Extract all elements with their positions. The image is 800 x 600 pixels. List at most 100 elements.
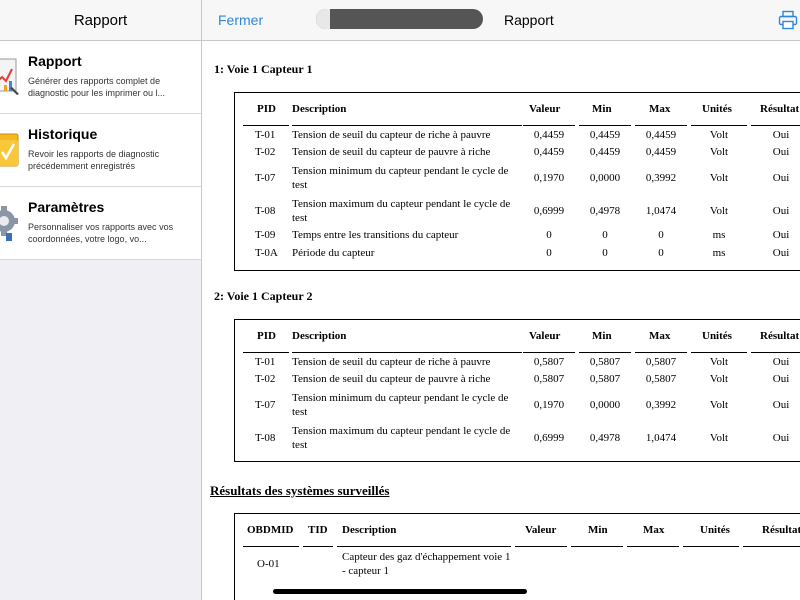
- results-table: PID Description Valeur Min Max Unités Ré…: [234, 319, 800, 462]
- cell-pid: T-09: [255, 229, 276, 241]
- report-document: 1: Voie 1 Capteur 1 PID Description Vale…: [202, 41, 800, 600]
- results-table: PID Description Valeur Min Max Unités Ré…: [234, 92, 800, 271]
- navigation-bar: Fermer Rapport: [202, 0, 800, 41]
- cell-min: 0: [602, 229, 608, 241]
- close-button[interactable]: Fermer: [218, 12, 263, 28]
- header-unites: Unités: [700, 524, 730, 536]
- cell-description: Tension minimum du capteur pendant le cy…: [292, 165, 509, 191]
- header-valeur: Valeur: [529, 103, 561, 115]
- header-rule: [579, 125, 631, 126]
- table-row: T-08 Tension maximum du capteur pendant …: [235, 195, 800, 227]
- sidebar: Rapport Rapport Générer des rapports com…: [0, 0, 202, 600]
- table-header: PID Description Valeur Min Max Unités Ré…: [235, 93, 800, 127]
- header-obdmid: OBDMID: [247, 524, 294, 536]
- header-unites: Unités: [702, 103, 732, 115]
- cell-pid: T-0A: [255, 247, 278, 259]
- cell-resultat: Oui: [772, 146, 790, 158]
- cell-unites: Volt: [709, 129, 729, 141]
- cell-pid: T-07: [255, 399, 276, 411]
- cell-obdmid: O-01: [257, 558, 280, 570]
- sidebar-item-label: Paramètres: [28, 199, 105, 215]
- cell-max: 0,5807: [645, 356, 677, 368]
- sidebar-item-historique[interactable]: Historique Revoir les rapports de diagno…: [0, 114, 201, 187]
- header-rule: [627, 546, 679, 547]
- cell-description: Temps entre les transitions du capteur: [292, 229, 459, 241]
- cell-valeur: 0,4459: [533, 146, 565, 158]
- header-description: Description: [342, 524, 397, 536]
- header-max: Max: [649, 103, 671, 115]
- sidebar-item-desc: Revoir les rapports de diagnostic précéd…: [28, 149, 160, 171]
- table-row: T-02 Tension de seuil du capteur de pauv…: [235, 372, 800, 390]
- cell-max: 0: [658, 229, 664, 241]
- cell-max: 0,4459: [645, 146, 677, 158]
- print-icon[interactable]: [778, 10, 798, 30]
- header-tid: TID: [308, 524, 328, 536]
- cell-pid: T-02: [255, 373, 276, 385]
- cell-valeur: 0,6999: [533, 432, 565, 444]
- cell-max: 0,3992: [645, 399, 677, 411]
- header-rule: [635, 352, 687, 353]
- header-rule: [243, 352, 289, 353]
- sidebar-item-rapport[interactable]: Rapport Générer des rapports complet de …: [0, 41, 201, 114]
- table-row: T-0A Période du capteur 0 0 0 ms Oui: [235, 245, 800, 263]
- cell-min: 0,5807: [589, 373, 621, 385]
- header-rule: [691, 352, 747, 353]
- header-description: Description: [292, 330, 347, 342]
- header-unites: Unités: [702, 330, 732, 342]
- table-row: T-01 Tension de seuil du capteur de rich…: [235, 354, 800, 372]
- table-header: PID Description Valeur Min Max Unités Ré…: [235, 320, 800, 354]
- address-pill-handle: [316, 9, 330, 29]
- header-max: Max: [643, 524, 665, 536]
- table-row: T-08 Tension maximum du capteur pendant …: [235, 422, 800, 454]
- cell-min: 0: [602, 247, 608, 259]
- table-header: OBDMID TID Description Valeur Min Max Un…: [235, 514, 800, 548]
- table-row: T-07 Tension minimum du capteur pendant …: [235, 163, 800, 195]
- sidebar-item-parametres[interactable]: Paramètres Personnaliser vos rapports av…: [0, 187, 201, 260]
- header-min: Min: [592, 330, 612, 342]
- header-resultat: Résultat: [760, 330, 800, 342]
- cell-unites: Volt: [709, 356, 729, 368]
- header-rule: [571, 546, 623, 547]
- header-rule: [292, 125, 522, 126]
- cell-min: 0,4978: [589, 432, 621, 444]
- cell-description: Tension maximum du capteur pendant le cy…: [292, 425, 511, 451]
- header-rule: [243, 125, 289, 126]
- cell-min: 0,0000: [589, 399, 621, 411]
- header-resultat: Résultat: [760, 103, 800, 115]
- home-indicator[interactable]: [273, 589, 527, 594]
- cell-valeur: 0,5807: [533, 373, 565, 385]
- cell-description: Capteur des gaz d'échappement voie 1 - c…: [342, 551, 511, 577]
- table-row: T-01 Tension de seuil du capteur de rich…: [235, 127, 800, 145]
- header-rule: [523, 125, 575, 126]
- cell-max: 0,3992: [645, 172, 677, 184]
- cell-resultat: Oui: [772, 129, 790, 141]
- header-description: Description: [292, 103, 347, 115]
- header-pid: PID: [257, 330, 276, 342]
- cell-max: 1,0474: [645, 432, 677, 444]
- cell-pid: T-08: [255, 205, 276, 217]
- cell-resultat: Oui: [772, 205, 790, 217]
- cell-pid: T-01: [255, 356, 276, 368]
- header-min: Min: [592, 103, 612, 115]
- header-max: Max: [649, 330, 671, 342]
- folder-history-icon: [0, 133, 19, 167]
- header-rule: [635, 125, 687, 126]
- section-title: 1: Voie 1 Capteur 1: [214, 62, 313, 76]
- monitored-table: OBDMID TID Description Valeur Min Max Un…: [234, 513, 800, 600]
- section-title: 2: Voie 1 Capteur 2: [214, 289, 313, 303]
- monitored-title: Résultats des systèmes surveillés: [210, 483, 390, 498]
- cell-pid: T-07: [255, 172, 276, 184]
- address-pill[interactable]: [316, 9, 483, 29]
- header-rule: [691, 125, 747, 126]
- cell-pid: T-08: [255, 432, 276, 444]
- cell-resultat: Oui: [772, 373, 790, 385]
- header-rule: [683, 546, 739, 547]
- cell-resultat: Oui: [772, 432, 790, 444]
- cell-unites: Volt: [709, 399, 729, 411]
- cell-valeur: 0: [546, 229, 552, 241]
- header-rule: [515, 546, 567, 547]
- sidebar-item-desc: Générer des rapports complet de diagnost…: [28, 76, 166, 98]
- cell-description: Tension de seuil du capteur de riche à p…: [292, 129, 491, 141]
- sidebar-list: Rapport Générer des rapports complet de …: [0, 41, 201, 260]
- cell-description: Tension minimum du capteur pendant le cy…: [292, 392, 509, 418]
